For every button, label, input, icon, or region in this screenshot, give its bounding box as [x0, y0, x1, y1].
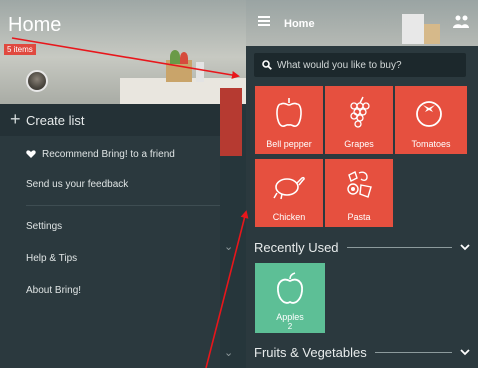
create-list-button[interactable]: + Create list — [0, 104, 220, 136]
jar-decor — [402, 14, 424, 44]
chicken-icon — [273, 177, 305, 200]
tomato-icon — [416, 101, 442, 127]
menu-item-settings[interactable]: Settings — [26, 221, 62, 232]
section-divider — [346, 246, 452, 248]
underlying-tile-edge — [220, 88, 242, 156]
section-label: Fruits & Vegetables — [254, 344, 367, 360]
drawer-menu-background — [0, 104, 220, 368]
menu-icon[interactable] — [258, 16, 270, 26]
tile-label: Apples — [276, 312, 304, 322]
catalog-tile-tomatoes[interactable]: Tomatoes — [395, 86, 467, 154]
search-input[interactable]: What would you like to buy? — [254, 53, 466, 77]
section-header-recently-used[interactable]: Recently Used — [254, 239, 470, 255]
menu-item-recommend[interactable]: Recommend Bring! to a friend — [42, 149, 175, 160]
search-icon — [262, 60, 272, 70]
heart-icon — [26, 150, 36, 158]
drawer-title[interactable]: Home — [8, 14, 61, 37]
people-icon[interactable] — [452, 14, 470, 30]
tile-label: Tomatoes — [411, 139, 451, 149]
menu-item-about[interactable]: About Bring! — [26, 285, 81, 296]
section-divider — [374, 351, 452, 353]
menu-item-feedback[interactable]: Send us your feedback — [26, 179, 128, 190]
chevron-down-icon: ⌄ — [224, 241, 234, 253]
apple-icon — [277, 272, 303, 304]
bell-pepper-icon — [276, 98, 302, 128]
tile-label: Chicken — [272, 212, 306, 222]
drawer-screen: ⌄ ⌄ Home 5 items + Create list Recommend… — [0, 0, 246, 368]
chevron-down-icon[interactable] — [460, 243, 470, 251]
plus-icon: + — [10, 109, 21, 129]
grapes-icon — [350, 96, 370, 128]
navigation-drawer: Home 5 items + Create list Recommend Bri… — [0, 0, 220, 368]
catalog-tile-chicken[interactable]: Chicken — [255, 159, 323, 227]
chevron-down-icon: ⌄ — [224, 347, 234, 359]
avatar[interactable] — [26, 70, 48, 92]
tile-label: Pasta — [347, 212, 371, 222]
section-label: Recently Used — [254, 239, 339, 255]
page-title: Home — [284, 18, 315, 30]
catalog-tile-grapes[interactable]: Grapes — [325, 86, 393, 154]
menu-item-help[interactable]: Help & Tips — [26, 253, 77, 264]
search-placeholder: What would you like to buy? — [277, 59, 402, 71]
tile-quantity: 2 — [287, 322, 293, 331]
catalog-tile-bell-pepper[interactable]: Bell pepper — [255, 86, 323, 154]
pasta-icon — [347, 171, 372, 198]
menu-divider — [26, 205, 220, 206]
main-header-photo — [246, 0, 478, 46]
section-header-fruits-vegetables[interactable]: Fruits & Vegetables — [254, 344, 470, 360]
box-decor — [424, 24, 440, 44]
chevron-down-icon[interactable] — [460, 348, 470, 356]
tile-label: Bell pepper — [266, 139, 312, 149]
main-screen: Home What would you like to buy? Bell pe… — [246, 0, 478, 368]
catalog-tile-pasta[interactable]: Pasta — [325, 159, 393, 227]
recent-tile-apples[interactable]: Apples 2 — [255, 263, 325, 333]
create-list-label: Create list — [26, 112, 85, 128]
item-count-badge: 5 items — [4, 44, 36, 55]
tile-label: Grapes — [344, 139, 374, 149]
